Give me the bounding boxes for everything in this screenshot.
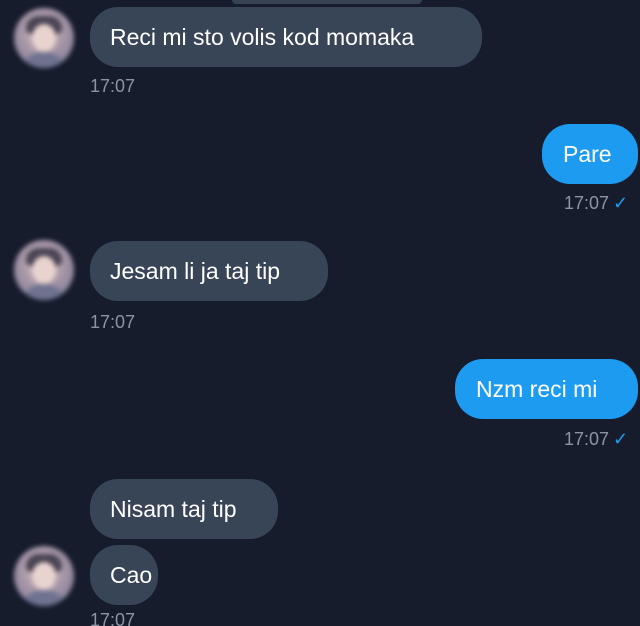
message-text: Cao — [110, 562, 153, 588]
message-text: Pare — [563, 141, 612, 167]
incoming-message-bubble[interactable]: Jesam li ja taj tip — [90, 241, 328, 301]
incoming-message-bubble[interactable]: Cao — [90, 545, 158, 605]
message-timestamp: 17:07 ✓ — [564, 429, 629, 449]
message-text: Nisam taj tip — [110, 496, 237, 522]
previous-message-edge — [232, 0, 422, 4]
checkmark-icon: ✓ — [613, 193, 629, 213]
incoming-message-bubble[interactable]: Reci mi sto volis kod momaka — [90, 7, 482, 67]
contact-avatar[interactable] — [14, 240, 74, 300]
avatar-shirt — [22, 284, 66, 300]
contact-avatar[interactable] — [14, 8, 74, 68]
message-timestamp: 17:07 ✓ — [564, 193, 629, 213]
message-text: Jesam li ja taj tip — [110, 258, 281, 284]
message-timestamp: 17:07 — [90, 610, 136, 626]
avatar-face — [32, 24, 56, 52]
message-timestamp: 17:07 — [90, 312, 136, 332]
message-text: Reci mi sto volis kod momaka — [110, 24, 415, 50]
message-timestamp: 17:07 — [90, 76, 136, 96]
avatar-shirt — [22, 52, 66, 68]
outgoing-message-bubble[interactable]: Nzm reci mi — [455, 359, 638, 419]
avatar-face — [32, 256, 56, 284]
outgoing-message-bubble[interactable]: Pare — [542, 124, 638, 184]
avatar-face — [32, 562, 56, 590]
chat-thread[interactable]: Reci mi sto volis kod momaka 17:07 Pare … — [0, 0, 640, 626]
message-text: Nzm reci mi — [476, 376, 598, 402]
incoming-message-bubble[interactable]: Nisam taj tip — [90, 479, 278, 539]
avatar-shirt — [22, 590, 66, 606]
checkmark-icon: ✓ — [613, 429, 629, 449]
contact-avatar[interactable] — [14, 546, 74, 606]
